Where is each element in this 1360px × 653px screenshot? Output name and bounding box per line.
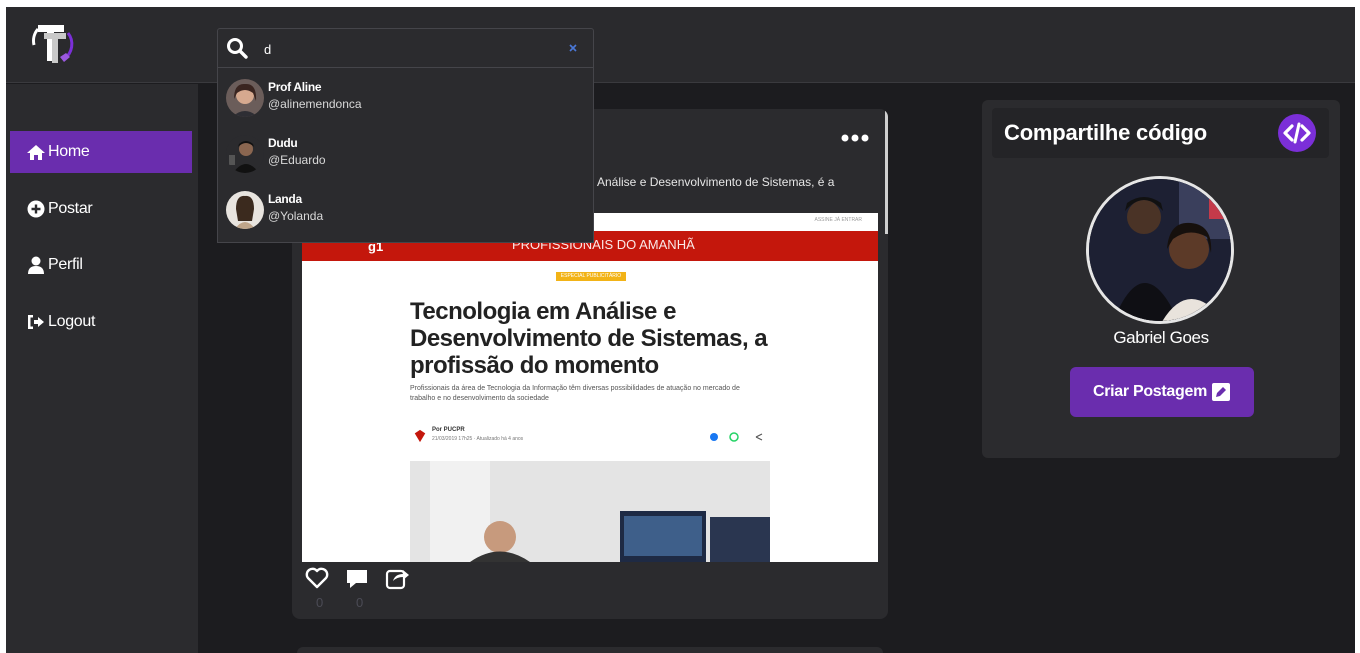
result-name: Landa (268, 192, 302, 206)
top-bar (6, 7, 1355, 83)
comment-icon (347, 570, 367, 588)
sidebar-item-label: Home (48, 143, 90, 160)
code-icon (1278, 114, 1316, 152)
article-author: Por PUCPR 21/03/2019 17h25 · Atualizado … (410, 425, 770, 447)
article-subtitle: Profissionais da área de Tecnologia da I… (410, 385, 740, 402)
avatar (226, 135, 264, 173)
article-share-icons (710, 432, 763, 442)
article-tag: ESPECIAL PUBLICITÁRIO (556, 272, 626, 281)
result-handle: @Yolanda (268, 209, 324, 223)
post-actions: 0 0 (302, 565, 502, 619)
plus-circle-icon (27, 200, 45, 218)
comment-count: 0 (356, 595, 364, 610)
sidebar-item-postar[interactable]: Postar (10, 188, 192, 230)
share-icon (385, 569, 409, 590)
home-icon (27, 145, 45, 160)
sidebar-item-home[interactable]: Home (10, 131, 192, 173)
share-button[interactable] (384, 565, 410, 591)
edit-icon (1212, 383, 1231, 401)
like-button[interactable] (304, 565, 330, 591)
comment-button[interactable] (344, 565, 370, 591)
result-handle: @alinemendonca (268, 97, 362, 111)
result-handle: @Eduardo (268, 153, 326, 167)
search-icon (227, 38, 248, 59)
create-post-label: Criar Postagem (1092, 383, 1208, 400)
sidebar-item-label: Postar (48, 200, 93, 217)
result-name: Prof Aline (268, 80, 322, 94)
more-icon[interactable] (840, 131, 870, 143)
search-bar (217, 28, 594, 68)
sidebar-item-label: Logout (48, 313, 96, 330)
profile-name: Gabriel Goes (1113, 328, 1209, 347)
search-input[interactable] (264, 37, 544, 61)
article-date: 21/03/2019 17h25 · Atualizado há 4 anos (432, 436, 524, 442)
avatar (226, 79, 264, 117)
search-result-item[interactable]: Dudu @Eduardo (226, 130, 586, 180)
avatar (226, 191, 264, 229)
search-result-item[interactable]: Landa @Yolanda (226, 186, 586, 236)
avatar[interactable] (1086, 176, 1234, 324)
sidebar: Home Postar Perfil Logout (6, 84, 198, 653)
heart-icon (305, 567, 329, 589)
post-scrollbar[interactable] (885, 109, 888, 234)
close-icon[interactable] (567, 41, 579, 53)
share-code-header: Compartilhe código (992, 108, 1329, 158)
article-headline: Tecnologia em Análise e Desenvolvimento … (410, 298, 768, 379)
like-count: 0 (316, 595, 324, 610)
search-result-item[interactable]: Prof Aline @alinemendonca (226, 74, 586, 124)
profile-panel: Compartilhe código Gabriel Goes Criar Po… (982, 100, 1340, 458)
next-post-card (297, 647, 883, 653)
create-post-button[interactable]: Criar Postagem (1070, 367, 1254, 417)
article-photo (410, 461, 770, 562)
logout-icon (28, 315, 44, 329)
search-results: Prof Aline @alinemendonca Dudu @Eduardo … (217, 68, 594, 243)
sidebar-item-label: Perfil (48, 256, 83, 273)
article-top-links: ASSINE JÁ ENTRAR (814, 217, 862, 223)
tt-logo-icon[interactable] (24, 15, 80, 71)
post-text: Análise e Desenvolvimento de Sistemas, é… (597, 175, 835, 189)
result-name: Dudu (268, 136, 298, 150)
sidebar-item-logout[interactable]: Logout (10, 301, 192, 343)
sidebar-item-perfil[interactable]: Perfil (10, 244, 192, 286)
panel-title: Compartilhe código (1004, 120, 1207, 145)
post-image[interactable]: ASSINE JÁ ENTRAR g1 PROFISSIONAIS DO AMA… (302, 213, 878, 562)
article-author-name: Por PUCPR (432, 427, 465, 433)
app-window: Home Postar Perfil Logout Análise e Dese… (6, 7, 1355, 653)
pucpr-logo-icon (414, 429, 426, 443)
user-icon (28, 256, 44, 274)
